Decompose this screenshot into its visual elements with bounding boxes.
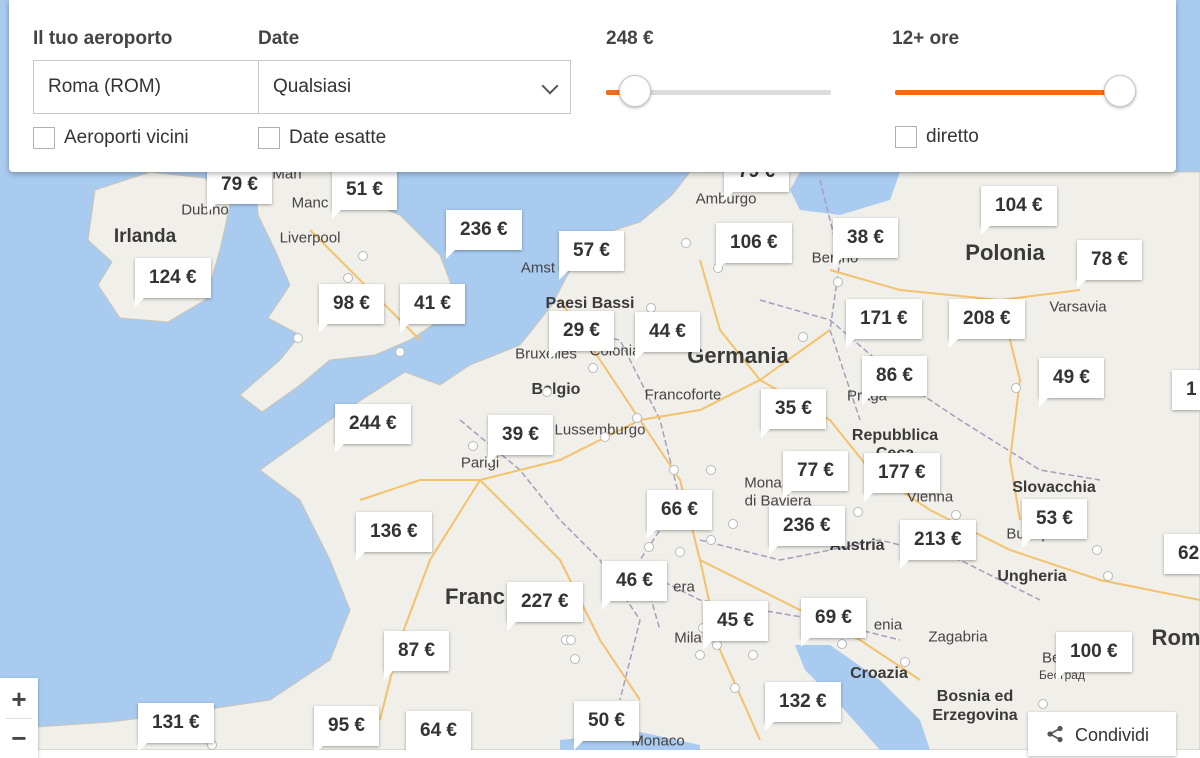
airport-label: Il tuo aeroporto	[33, 28, 173, 49]
share-button[interactable]: Condividi	[1028, 712, 1176, 756]
price-pin-dresden[interactable]: 171 €	[846, 299, 922, 348]
date-select-value: Qualsiasi	[273, 76, 352, 97]
price-pin-berlin[interactable]: 38 €	[833, 218, 898, 267]
price-pin-bordeaux[interactable]: 136 €	[356, 512, 432, 561]
zoom-controls: + −	[0, 678, 38, 758]
price-pin-prague[interactable]: 86 €	[862, 356, 927, 405]
city-dot[interactable]	[681, 238, 691, 248]
city-dot[interactable]	[293, 333, 303, 343]
price-pin-geneva[interactable]: 46 €	[602, 561, 667, 610]
price-pin-hanover[interactable]: 106 €	[716, 223, 792, 272]
price-pin-montpellier[interactable]: 64 €	[406, 711, 471, 750]
nearby-airports-label: Aeroporti vicini	[64, 127, 189, 148]
price-pin-wroclaw[interactable]: 208 €	[949, 299, 1025, 348]
city-dot[interactable]	[566, 635, 576, 645]
price-pin-venice[interactable]: 69 €	[801, 598, 866, 647]
date-select[interactable]: Qualsiasi	[258, 60, 571, 114]
price-pin-warsaw[interactable]: 78 €	[1077, 240, 1142, 289]
city-dot[interactable]	[588, 363, 598, 373]
duration-slider-thumb[interactable]	[1104, 75, 1136, 107]
price-pin-toulouse[interactable]: 87 €	[384, 631, 449, 680]
duration-slider[interactable]	[895, 75, 1136, 107]
price-pin-east-edge[interactable]: 62	[1164, 534, 1200, 574]
price-pin-salzburg[interactable]: 236 €	[769, 506, 845, 555]
price-pin-london[interactable]: 41 €	[400, 284, 465, 333]
price-pin-eindhoven[interactable]: 29 €	[549, 311, 614, 360]
direct-checkbox[interactable]	[895, 126, 917, 148]
chevron-down-icon	[541, 77, 559, 95]
price-pin-copenhagen[interactable]: 104 €	[981, 186, 1057, 235]
price-pin-amsterdam[interactable]: 57 €	[559, 231, 624, 280]
share-icon	[1047, 725, 1063, 743]
price-pin-east-edge-top[interactable]: 1	[1172, 370, 1200, 410]
price-pin-nice[interactable]: 50 €	[574, 701, 639, 750]
city-dot[interactable]	[542, 387, 552, 397]
exact-dates-label: Date esatte	[289, 127, 387, 148]
duration-label: 12+ ore	[892, 28, 960, 49]
city-dot[interactable]	[900, 657, 910, 667]
city-dot[interactable]	[468, 441, 478, 451]
city-dot[interactable]	[833, 277, 843, 287]
city-dot[interactable]	[343, 273, 353, 283]
city-dot[interactable]	[632, 413, 642, 423]
price-pin-hamburg[interactable]: 79 €	[724, 162, 789, 201]
price-pin-milan[interactable]: 45 €	[703, 601, 768, 650]
city-dot[interactable]	[669, 465, 679, 475]
price-pin-krakow[interactable]: 49 €	[1039, 358, 1104, 407]
city-dot[interactable]	[853, 507, 863, 517]
price-pin-bologna[interactable]: 132 €	[765, 682, 841, 731]
share-label: Condividi	[1075, 725, 1150, 745]
price-pin-paris[interactable]: 39 €	[488, 415, 553, 464]
city-dot[interactable]	[1092, 545, 1102, 555]
city-dot[interactable]	[730, 683, 740, 693]
city-dot[interactable]	[644, 542, 654, 552]
search-panel: Il tuo aeroporto Roma (ROM) Aeroporti vi…	[9, 0, 1176, 172]
city-dot[interactable]	[600, 432, 610, 442]
price-pin-bratislava[interactable]: 213 €	[900, 520, 976, 569]
city-dot[interactable]	[706, 535, 716, 545]
price-pin-munich[interactable]: 77 €	[783, 451, 848, 500]
city-dot[interactable]	[358, 251, 368, 261]
city-dot[interactable]	[1103, 571, 1113, 581]
city-dot[interactable]	[1011, 383, 1021, 393]
zoom-out-button[interactable]: −	[0, 719, 38, 757]
price-pin-lyon[interactable]: 227 €	[507, 582, 583, 631]
city-dot[interactable]	[1038, 699, 1048, 709]
city-dot[interactable]	[570, 654, 580, 664]
zoom-in-button[interactable]: +	[0, 680, 38, 718]
city-dot[interactable]	[675, 547, 685, 557]
price-slider-thumb[interactable]	[619, 75, 651, 107]
price-pin-nuremberg[interactable]: 35 €	[761, 389, 826, 438]
price-pin-budapest[interactable]: 53 €	[1022, 499, 1087, 548]
city-dot[interactable]	[798, 332, 808, 342]
date-label: Date	[258, 28, 300, 49]
price-label: 248 €	[606, 28, 654, 49]
price-pin-cologne[interactable]: 44 €	[635, 312, 700, 361]
price-pin-pamplona[interactable]: 95 €	[314, 706, 379, 750]
city-dot[interactable]	[695, 650, 705, 660]
duration-slider-fill	[895, 90, 1120, 95]
exact-dates-checkbox[interactable]	[258, 127, 280, 149]
price-pin-cork[interactable]: 124 €	[135, 258, 211, 307]
city-dot[interactable]	[728, 519, 738, 529]
price-pin-manchester[interactable]: 51 €	[332, 170, 397, 219]
price-pin-basel[interactable]: 66 €	[647, 490, 712, 539]
nearby-airports-checkbox[interactable]	[33, 127, 55, 149]
price-pin-bristol[interactable]: 98 €	[319, 284, 384, 333]
price-slider[interactable]	[606, 75, 831, 107]
price-pin-leeds[interactable]: 236 €	[446, 210, 522, 259]
city-dot[interactable]	[748, 650, 758, 660]
airport-input[interactable]: Roma (ROM)	[33, 60, 259, 114]
price-pin-vienna[interactable]: 177 €	[864, 453, 940, 502]
city-dot[interactable]	[706, 465, 716, 475]
price-pin-bilbao[interactable]: 131 €	[138, 703, 214, 750]
city-dot[interactable]	[951, 510, 961, 520]
price-pin-belgrade[interactable]: 100 €	[1056, 632, 1132, 681]
city-dot[interactable]	[395, 347, 405, 357]
price-pin-nantes[interactable]: 244 €	[335, 404, 411, 453]
city-dot[interactable]	[712, 640, 722, 650]
city-dot[interactable]	[837, 639, 847, 649]
direct-label: diretto	[926, 126, 979, 147]
